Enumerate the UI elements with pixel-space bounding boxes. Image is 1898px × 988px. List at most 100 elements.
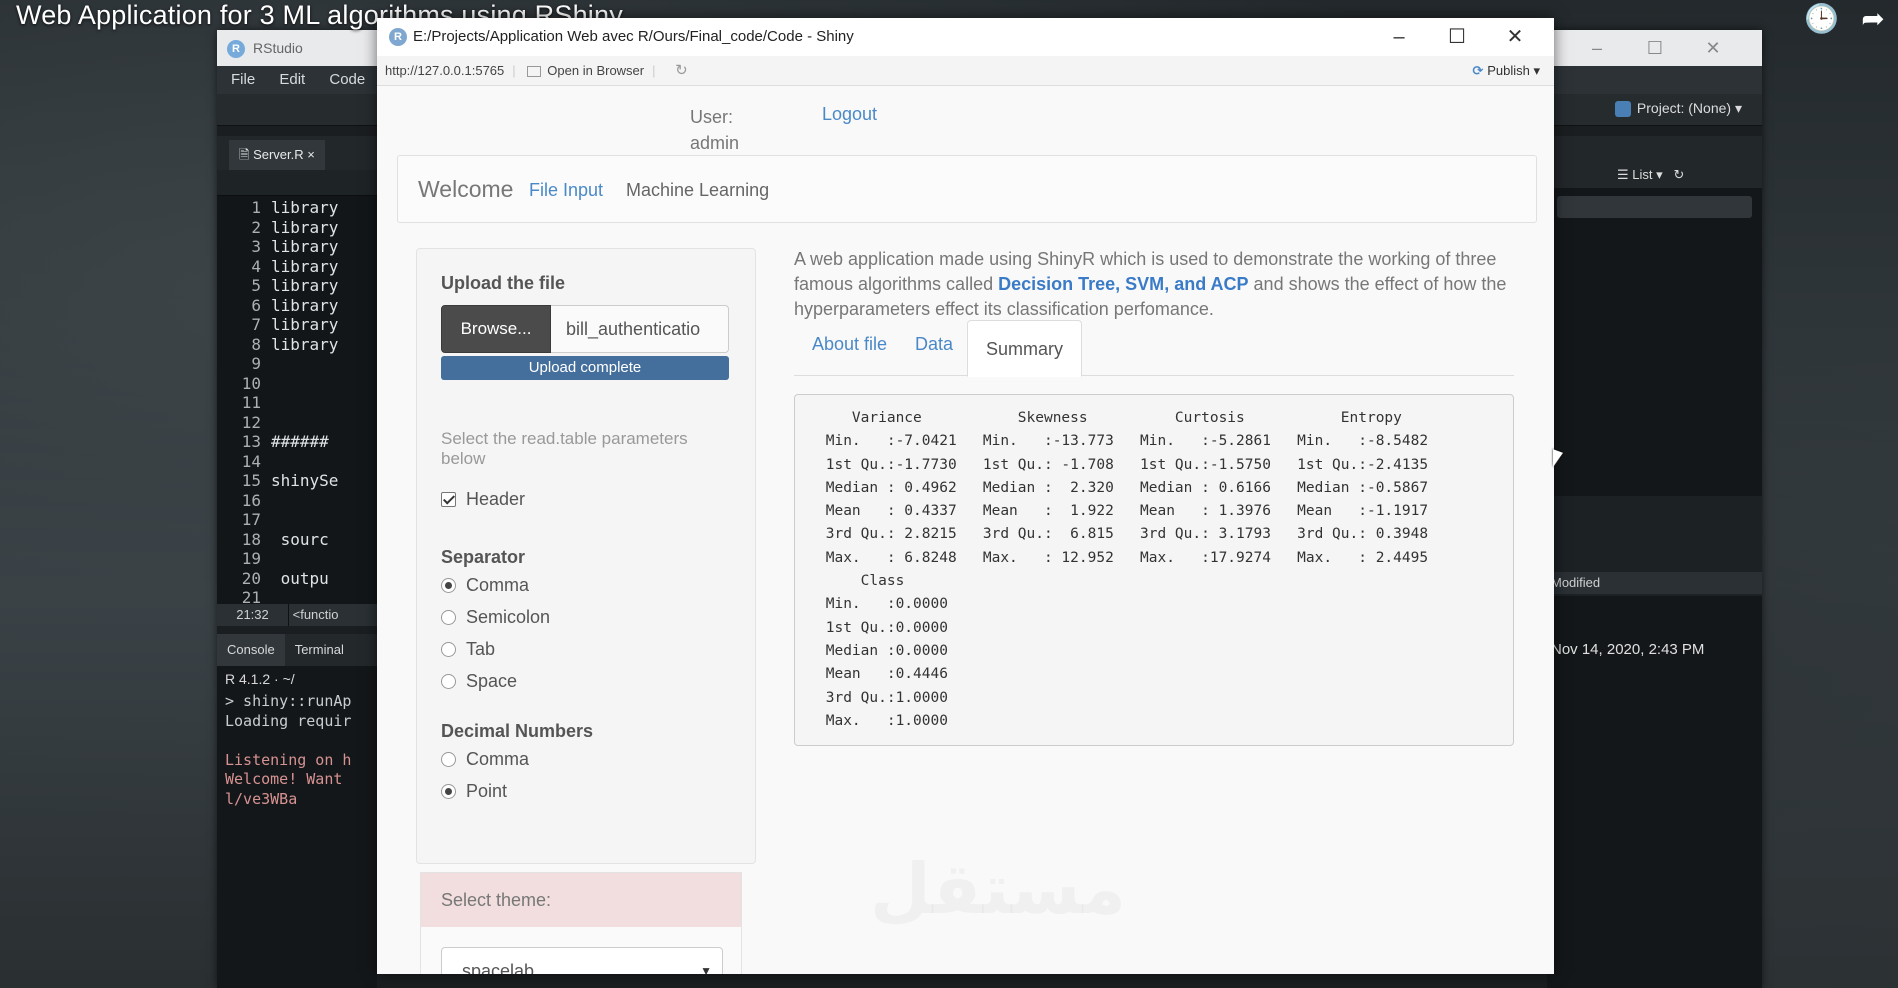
- decimal-option-point[interactable]: Point: [441, 781, 507, 802]
- header-checkbox[interactable]: Header: [441, 489, 525, 510]
- close-icon[interactable]: ✕: [1684, 30, 1742, 66]
- menu-code[interactable]: Code: [329, 71, 365, 88]
- code-line[interactable]: 8 library: [217, 335, 377, 355]
- code-line[interactable]: 4 library: [217, 257, 377, 277]
- code-line[interactable]: 12: [217, 413, 377, 433]
- shiny-app-content: User: admin Logout Welcome File Input Ma…: [377, 86, 1554, 974]
- editor-tab-server[interactable]: 🗎 Server.R ×: [229, 140, 325, 170]
- tab-data[interactable]: Data: [915, 334, 953, 355]
- nav-machine-learning[interactable]: Machine Learning: [626, 180, 769, 201]
- line-number: 6: [251, 295, 261, 315]
- editor-code[interactable]: 1 library 2 library 3 library 4 library 5 library…: [217, 196, 377, 608]
- separator-option-tab[interactable]: Tab: [441, 639, 495, 660]
- code-text: shinySe: [271, 471, 339, 490]
- separator-option-comma[interactable]: Comma: [441, 575, 529, 596]
- minimize-icon[interactable]: –: [1370, 18, 1428, 56]
- menu-file[interactable]: File: [231, 71, 255, 88]
- maximize-icon[interactable]: ☐: [1626, 30, 1684, 66]
- theme-panel: Select theme: spacelab ▼: [420, 872, 742, 974]
- code-line[interactable]: 14: [217, 452, 377, 472]
- publish-button[interactable]: ⟳ Publish ▾: [1472, 56, 1540, 86]
- radio-icon[interactable]: [441, 578, 456, 593]
- line-number: 2: [251, 217, 261, 237]
- line-number: 11: [241, 393, 261, 412]
- separator-heading: Separator: [441, 547, 526, 567]
- nav-file-input[interactable]: File Input: [529, 180, 603, 201]
- console-output[interactable]: > shiny::runAp Loading requir Listening on…: [217, 692, 377, 809]
- console-pane: Console Terminal R 4.1.2 · ~/ > shiny::ru…: [217, 634, 377, 988]
- code-line[interactable]: 20 outpu: [217, 569, 377, 589]
- code-text: library: [271, 315, 339, 334]
- maximize-icon[interactable]: ☐: [1428, 18, 1486, 56]
- code-text: library: [271, 334, 339, 354]
- minimize-icon[interactable]: –: [1568, 30, 1626, 66]
- file-name-field[interactable]: bill_authenticatio: [551, 305, 729, 353]
- menu-edit[interactable]: Edit: [279, 71, 305, 88]
- code-line[interactable]: 19: [217, 549, 377, 569]
- mouse-cursor-icon: [1553, 449, 1563, 471]
- console-line: Welcome! Want: [225, 770, 343, 788]
- reload-icon[interactable]: ↻: [675, 62, 688, 79]
- cursor-position: 21:32: [217, 604, 289, 626]
- project-menu[interactable]: Project: (None) ▾: [1614, 100, 1742, 118]
- open-in-browser-button[interactable]: Open in Browser: [547, 63, 644, 78]
- line-number: 18: [241, 529, 261, 549]
- tab-about-file[interactable]: About file: [812, 334, 887, 355]
- tab-terminal[interactable]: Terminal: [285, 634, 354, 666]
- code-line[interactable]: 5 library: [217, 276, 377, 296]
- code-line[interactable]: 17: [217, 510, 377, 530]
- function-scope[interactable]: <functio: [293, 607, 339, 622]
- radio-icon[interactable]: [441, 674, 456, 689]
- shiny-address-bar: http://127.0.0.1:5765 | Open in Browser | …: [377, 56, 1554, 86]
- checkbox-icon[interactable]: [441, 492, 456, 507]
- code-line[interactable]: 7 library: [217, 315, 377, 335]
- radio-icon[interactable]: [441, 784, 456, 799]
- code-line[interactable]: 16: [217, 491, 377, 511]
- code-line[interactable]: 9: [217, 354, 377, 374]
- tab-console[interactable]: Console: [217, 634, 285, 666]
- environment-search-input[interactable]: [1557, 196, 1752, 218]
- logout-link[interactable]: Logout: [822, 104, 877, 125]
- environment-tabs: [1547, 136, 1762, 162]
- radio-icon[interactable]: [441, 610, 456, 625]
- source-editor: 🗎 Server.R × 1 library 2 library 3 library 4 li…: [217, 136, 377, 626]
- line-number: 5: [251, 276, 261, 295]
- radio-icon[interactable]: [441, 642, 456, 657]
- console-r-version: R 4.1.2 · ~/: [225, 671, 295, 687]
- separator-option-space[interactable]: Space: [441, 671, 517, 692]
- navbar-brand[interactable]: Welcome: [418, 176, 513, 203]
- url-text[interactable]: http://127.0.0.1:5765: [385, 63, 504, 78]
- separator-option-semicolon[interactable]: Semicolon: [441, 607, 550, 628]
- file-upload-input[interactable]: Browse... bill_authenticatio: [441, 305, 729, 353]
- code-line[interactable]: 3 library: [217, 237, 377, 257]
- line-number: 1: [251, 198, 261, 217]
- decimal-option-comma[interactable]: Comma: [441, 749, 529, 770]
- code-line[interactable]: 10: [217, 374, 377, 394]
- close-icon[interactable]: ✕: [1486, 18, 1544, 56]
- project-label: Project: (None): [1636, 100, 1732, 116]
- tab-summary[interactable]: Summary: [967, 320, 1083, 377]
- code-line[interactable]: 2 library: [217, 218, 377, 238]
- code-line[interactable]: 13 ######: [217, 432, 377, 452]
- shiny-window-controls: – ☐ ✕: [1370, 18, 1544, 58]
- theme-select[interactable]: spacelab ▼: [441, 947, 723, 974]
- file-icon: 🗎: [239, 147, 250, 162]
- code-line[interactable]: 18 sourc: [217, 530, 377, 550]
- clock-icon[interactable]: 🕒: [1804, 4, 1839, 34]
- rstudio-title: RStudio: [253, 40, 303, 56]
- code-line[interactable]: 15 shinySe: [217, 471, 377, 491]
- code-line[interactable]: 6 library: [217, 296, 377, 316]
- refresh-icon[interactable]: ↻: [1674, 167, 1685, 182]
- modified-column-header[interactable]: Modified: [1547, 572, 1762, 594]
- browse-button[interactable]: Browse...: [441, 305, 551, 353]
- radio-icon[interactable]: [441, 752, 456, 767]
- upload-progress-bar: Upload complete: [441, 356, 729, 380]
- code-text: library: [271, 295, 339, 315]
- share-icon[interactable]: ➦: [1856, 4, 1890, 34]
- code-line[interactable]: 11: [217, 393, 377, 413]
- code-line[interactable]: 1 library: [217, 198, 377, 218]
- list-view-toggle[interactable]: ☰ List ▾ ↻: [1547, 162, 1762, 188]
- rstudio-logo-icon: R: [227, 40, 245, 59]
